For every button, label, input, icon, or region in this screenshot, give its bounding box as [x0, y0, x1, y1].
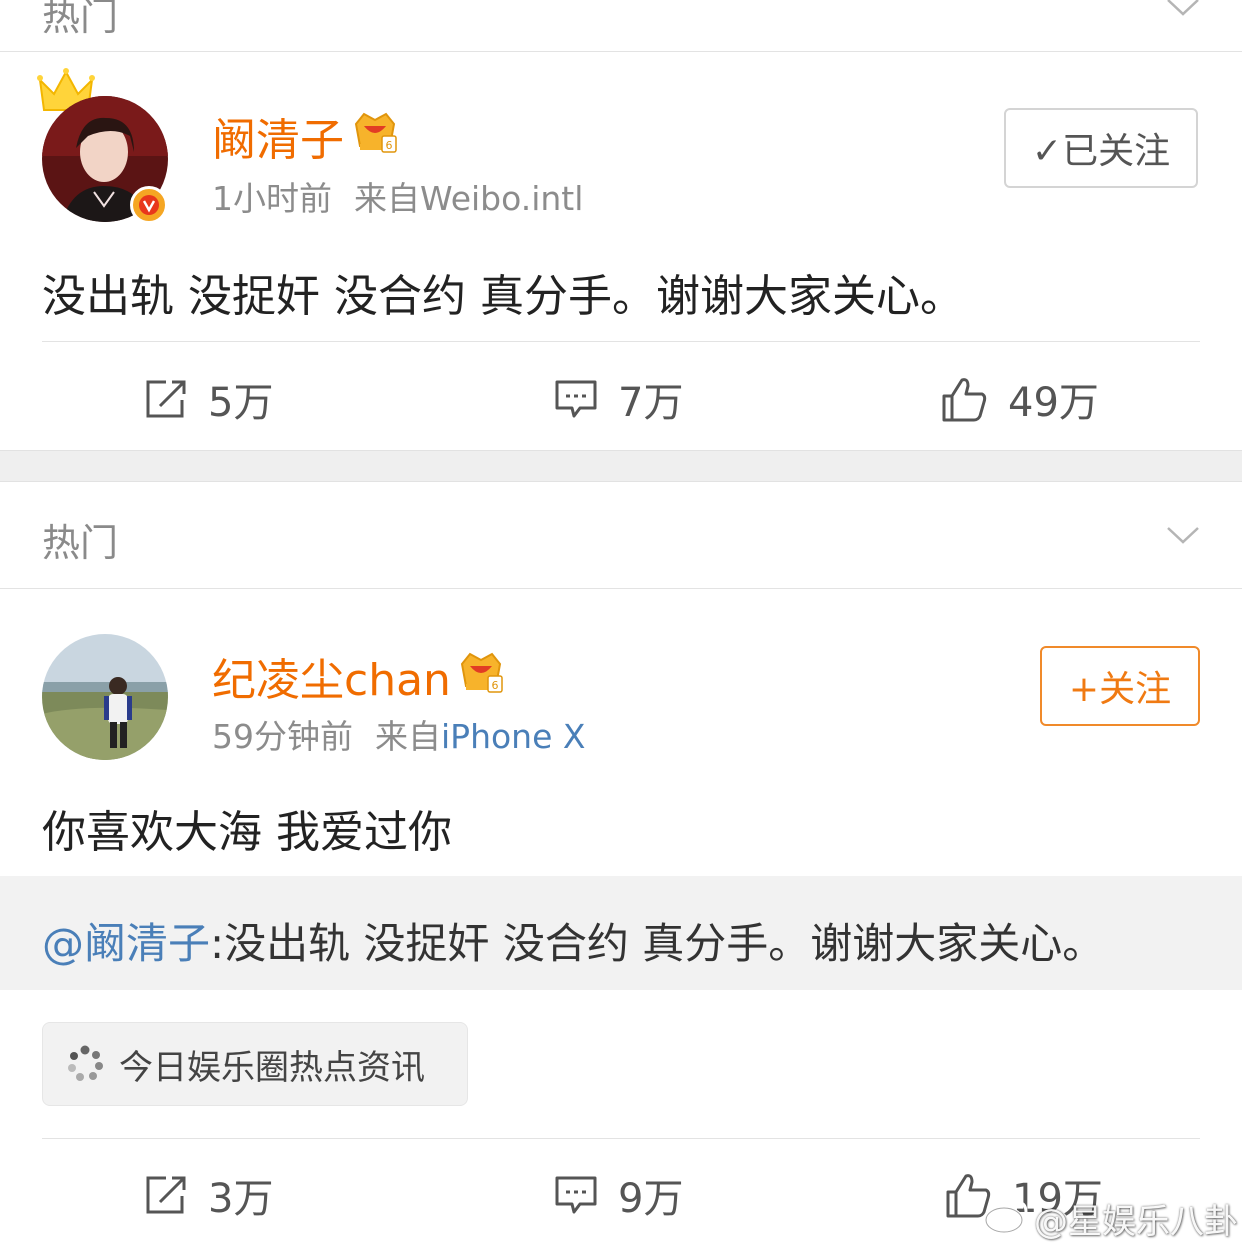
- comment-icon: [555, 380, 597, 418]
- like-button[interactable]: 49万: [940, 370, 1099, 428]
- section-title: 热门: [42, 0, 119, 39]
- chevron-down-icon[interactable]: [1166, 0, 1200, 24]
- avatar[interactable]: [42, 634, 168, 760]
- comment-icon: [555, 1176, 597, 1214]
- post-source: Weibo.intl: [420, 179, 584, 218]
- section-separator: [0, 450, 1242, 482]
- vip-crown-icon: 6: [354, 112, 397, 153]
- weibo-logo-icon: [984, 1200, 1028, 1234]
- comment-count: 7万: [618, 380, 684, 426]
- post-time: 1小时前: [212, 179, 332, 218]
- follow-button[interactable]: +关注: [1040, 646, 1200, 726]
- reposted-body: :没出轨 没捉奸 没合约 真分手。谢谢大家关心。: [210, 919, 1105, 968]
- comment-button[interactable]: 9万: [554, 1166, 683, 1224]
- repost-icon: [146, 1176, 186, 1214]
- reposted-text: @阚清子:没出轨 没捉奸 没合约 真分手。谢谢大家关心。: [42, 910, 1104, 971]
- divider: [0, 588, 1242, 589]
- post-card: 阚清子 6 1小时前 来自Weibo.intl ✓已关注 没出轨 没捉奸 没合约 …: [0, 52, 1242, 450]
- vip-crown-icon: 6: [460, 652, 503, 693]
- followed-button-label: ✓已关注: [1031, 131, 1171, 172]
- svg-text:6: 6: [386, 139, 393, 152]
- followed-button[interactable]: ✓已关注: [1004, 108, 1198, 188]
- like-count: 49万: [1008, 380, 1099, 426]
- topic-spinner-icon: [68, 1045, 103, 1081]
- svg-text:6: 6: [492, 679, 499, 692]
- follow-button-label: +关注: [1068, 669, 1172, 710]
- comment-button[interactable]: 7万: [554, 370, 683, 428]
- divider: [42, 1138, 1200, 1139]
- post-source[interactable]: iPhone X: [441, 717, 586, 756]
- topic-label: 今日娱乐圈热点资讯: [119, 1047, 425, 1088]
- section-header: 热门: [0, 482, 1242, 588]
- repost-button[interactable]: 3万: [144, 1166, 273, 1224]
- like-icon: [942, 378, 987, 422]
- section-header-top: 热门: [0, 0, 1242, 50]
- post-text: 没出轨 没捉奸 没合约 真分手。谢谢大家关心。: [42, 271, 964, 322]
- repost-count: 3万: [208, 1176, 274, 1222]
- comment-count: 9万: [618, 1176, 684, 1222]
- post-time: 59分钟前: [212, 717, 353, 756]
- post-meta: 59分钟前 来自iPhone X: [212, 710, 586, 758]
- mention-link[interactable]: @阚清子: [42, 919, 210, 968]
- section-title: 热门: [42, 521, 119, 565]
- post-meta: 1小时前 来自Weibo.intl: [212, 172, 583, 220]
- username[interactable]: 阚清子: [212, 104, 344, 168]
- topic-card[interactable]: 今日娱乐圈热点资讯: [42, 1022, 468, 1106]
- repost-icon: [146, 380, 186, 418]
- username[interactable]: 纪凌尘chan: [212, 644, 451, 708]
- source-prefix: 来自: [354, 179, 420, 218]
- source-prefix: 来自: [375, 717, 441, 756]
- verified-badge-icon: [130, 186, 168, 224]
- watermark: @星娱乐八卦: [1034, 1202, 1238, 1242]
- chevron-down-icon[interactable]: [1166, 518, 1200, 552]
- divider: [42, 341, 1200, 342]
- repost-button[interactable]: 5万: [144, 370, 273, 428]
- post-text: 你喜欢大海 我爱过你: [42, 807, 452, 858]
- repost-count: 5万: [208, 380, 274, 426]
